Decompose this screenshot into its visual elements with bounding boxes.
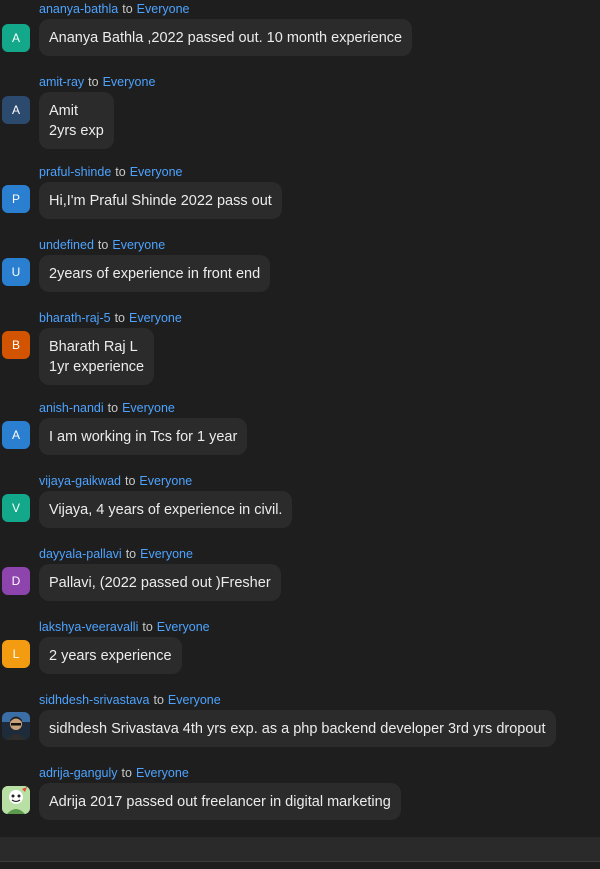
- message-text: Amit: [49, 103, 78, 119]
- message-header: undefined to Everyone: [39, 237, 165, 253]
- message-bubble: Ananya Bathla ,2022 passed out. 10 month…: [39, 19, 413, 56]
- message-header: adrija-ganguly to Everyone: [39, 765, 189, 781]
- chat-panel: A ananya-bathla to Everyone Ananya Bathla …: [0, 0, 600, 869]
- message-bubble: Amit 2yrs exp: [39, 92, 114, 149]
- to-label: to: [124, 474, 136, 488]
- message-header: sidhdesh-srivastava to Everyone: [39, 692, 221, 708]
- message-bubble: Pallavi, (2022 passed out )Fresher: [39, 564, 281, 601]
- to-label: to: [115, 165, 126, 179]
- message-text: Bharath Raj L: [49, 339, 138, 355]
- sender-name-link[interactable]: adrija-ganguly: [39, 766, 118, 780]
- avatar: P: [2, 185, 30, 213]
- recipient-link[interactable]: Everyone: [103, 75, 156, 89]
- message-text: I am working in Tcs for 1 year: [49, 429, 238, 445]
- message-text: 2 years experience: [49, 648, 172, 664]
- to-label: to: [125, 547, 137, 561]
- recipient-link[interactable]: Everyone: [129, 311, 182, 325]
- sender-name-link[interactable]: bharath-raj-5: [39, 311, 111, 325]
- message-header: bharath-raj-5 to Everyone: [39, 310, 182, 326]
- message-bubble: Adrija 2017 passed out freelancer in dig…: [39, 783, 401, 820]
- recipient-link[interactable]: Everyone: [139, 474, 192, 488]
- avatar: D: [2, 567, 30, 595]
- sender-name-link[interactable]: sidhdesh-srivastava: [39, 693, 149, 707]
- message-bubble: 2years of experience in front end: [39, 255, 271, 292]
- avatar: A: [2, 96, 30, 124]
- sender-name-link[interactable]: lakshya-veeravalli: [39, 620, 138, 634]
- sender-name-link[interactable]: ananya-bathla: [39, 2, 118, 16]
- to-label: to: [88, 75, 99, 89]
- message-text: Ananya Bathla ,2022 passed out. 10 month…: [49, 30, 403, 46]
- message-text: sidhdesh Srivastava 4th yrs exp. as a ph…: [49, 721, 546, 737]
- message-header: amit-ray to Everyone: [39, 74, 155, 90]
- recipient-link[interactable]: Everyone: [157, 620, 210, 634]
- avatar: L: [2, 640, 30, 668]
- message-header: anish-nandi to Everyone: [39, 400, 175, 416]
- recipient-link[interactable]: Everyone: [168, 693, 221, 707]
- message-text: 1yr experience: [49, 359, 145, 375]
- recipient-link[interactable]: Everyone: [140, 547, 193, 561]
- message-bubble: Vijaya, 4 years of experience in civil.: [39, 491, 293, 528]
- cartoon-character-icon: [2, 786, 30, 814]
- sender-name-link[interactable]: dayyala-pallavi: [39, 547, 122, 561]
- message-header: vijaya-gaikwad to Everyone: [39, 473, 192, 489]
- message-text: Pallavi, (2022 passed out )Fresher: [49, 575, 271, 591]
- to-label: to: [153, 693, 164, 707]
- sender-name-link[interactable]: anish-nandi: [39, 401, 104, 415]
- to-label: to: [114, 311, 126, 325]
- message-bubble: sidhdesh Srivastava 4th yrs exp. as a ph…: [39, 710, 556, 747]
- avatar: V: [2, 494, 30, 522]
- message-header: ananya-bathla to Everyone: [39, 1, 189, 17]
- avatar: A: [2, 421, 30, 449]
- person-photo-icon: [2, 712, 30, 740]
- message-text: 2yrs exp: [49, 123, 104, 139]
- to-label: to: [122, 2, 133, 16]
- message-bubble: I am working in Tcs for 1 year: [39, 418, 248, 455]
- to-label: to: [107, 401, 119, 415]
- avatar: B: [2, 331, 30, 359]
- message-input-bar[interactable]: [0, 837, 600, 861]
- recipient-link[interactable]: Everyone: [130, 165, 183, 179]
- message-header: dayyala-pallavi to Everyone: [39, 546, 193, 562]
- sender-name-link[interactable]: amit-ray: [39, 75, 84, 89]
- avatar: U: [2, 258, 30, 286]
- sender-name-link[interactable]: praful-shinde: [39, 165, 111, 179]
- recipient-link[interactable]: Everyone: [137, 2, 190, 16]
- message-text: 2years of experience in front end: [49, 266, 261, 282]
- recipient-link[interactable]: Everyone: [112, 238, 165, 252]
- message-header: praful-shinde to Everyone: [39, 164, 183, 180]
- recipient-link[interactable]: Everyone: [122, 401, 175, 415]
- sender-name-link[interactable]: undefined: [39, 238, 94, 252]
- message-text: Adrija 2017 passed out freelancer in dig…: [49, 794, 391, 810]
- sender-name-link[interactable]: vijaya-gaikwad: [39, 474, 121, 488]
- to-label: to: [97, 238, 109, 252]
- cartoon-avatar: [2, 786, 30, 814]
- to-label: to: [121, 766, 132, 780]
- recipient-link[interactable]: Everyone: [136, 766, 189, 780]
- message-header: lakshya-veeravalli to Everyone: [39, 619, 210, 635]
- avatar: A: [2, 24, 30, 52]
- message-text: Vijaya, 4 years of experience in civil.: [49, 502, 283, 518]
- message-bubble: Hi,I'm Praful Shinde 2022 pass out: [39, 182, 282, 219]
- message-bubble: 2 years experience: [39, 637, 182, 674]
- to-label: to: [142, 620, 153, 634]
- photo-avatar: [2, 712, 30, 740]
- message-bubble: Bharath Raj L 1yr experience: [39, 328, 155, 385]
- message-text: Hi,I'm Praful Shinde 2022 pass out: [49, 193, 272, 209]
- divider: [0, 861, 600, 862]
